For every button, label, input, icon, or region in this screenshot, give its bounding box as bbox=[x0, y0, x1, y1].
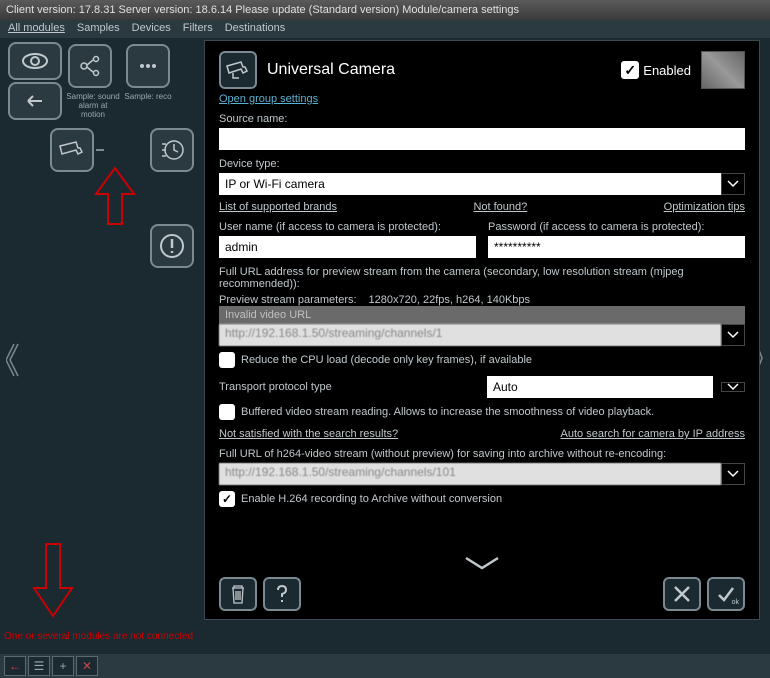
question-icon bbox=[271, 583, 293, 605]
supported-brands-link[interactable]: List of supported brands bbox=[219, 201, 337, 213]
eye-button[interactable] bbox=[8, 42, 62, 80]
not-satisfied-link[interactable]: Not satisfied with the search results? bbox=[219, 428, 398, 440]
preview-url-input[interactable]: http://192.168.1.50/streaming/channels/1 bbox=[219, 324, 721, 346]
dialog-title: Universal Camera bbox=[267, 61, 611, 79]
fullurl-label: Full URL address for preview stream from… bbox=[219, 266, 745, 290]
network-icon bbox=[76, 52, 104, 80]
checkbox-icon bbox=[219, 352, 235, 368]
menu-destinations[interactable]: Destinations bbox=[225, 22, 286, 36]
not-found-link[interactable]: Not found? bbox=[473, 201, 527, 213]
bottom-close-button[interactable]: ✕ bbox=[76, 656, 98, 676]
username-input[interactable] bbox=[219, 236, 476, 258]
red-arrow-up bbox=[92, 166, 138, 236]
check-icon: ✓ bbox=[621, 61, 639, 79]
menu-devices[interactable]: Devices bbox=[132, 22, 171, 36]
username-label: User name (if access to camera is protec… bbox=[219, 221, 476, 233]
expand-down-button[interactable] bbox=[462, 556, 502, 573]
open-group-settings-link[interactable]: Open group settings bbox=[219, 93, 318, 105]
optimization-tips-link[interactable]: Optimization tips bbox=[664, 201, 745, 213]
ok-label: ok bbox=[732, 599, 739, 606]
help-button[interactable] bbox=[263, 577, 301, 611]
title-text: Client version: 17.8.31 Server version: … bbox=[6, 4, 519, 16]
device-type-select[interactable] bbox=[219, 173, 721, 195]
checkbox-icon bbox=[219, 404, 235, 420]
invalid-url-error: Invalid video URL bbox=[219, 306, 745, 324]
side-timer-module[interactable] bbox=[148, 126, 196, 174]
side-alert-module[interactable] bbox=[148, 222, 196, 270]
chevron-left-icon bbox=[6, 342, 22, 378]
enabled-label: Enabled bbox=[643, 63, 691, 78]
menu-all-modules[interactable]: All modules bbox=[8, 22, 65, 36]
preview-params-value: 1280x720, 22fps, h264, 140Kbps bbox=[369, 294, 530, 306]
auto-search-link[interactable]: Auto search for camera by IP address bbox=[561, 428, 745, 440]
device-type-label: Device type: bbox=[219, 158, 745, 170]
source-name-label: Source name: bbox=[219, 113, 745, 125]
chevron-down-wide-icon bbox=[462, 556, 502, 570]
bottom-add-button[interactable]: + bbox=[52, 656, 74, 676]
bottom-bar: ← ☰ + ✕ bbox=[0, 654, 770, 678]
bottom-list-button[interactable]: ☰ bbox=[28, 656, 50, 676]
module-error-text: One or several modules are not connected bbox=[4, 631, 193, 642]
check-icon: ✓ bbox=[219, 491, 235, 507]
toolbar-label-2: Sample: reco bbox=[124, 92, 172, 101]
delete-button[interactable] bbox=[219, 577, 257, 611]
camera-settings-dialog: Universal Camera ✓ Enabled Open group se… bbox=[204, 40, 760, 620]
buffered-label: Buffered video stream reading. Allows to… bbox=[241, 406, 654, 418]
trash-icon bbox=[227, 583, 249, 605]
buffered-checkbox[interactable]: Buffered video stream reading. Allows to… bbox=[219, 404, 745, 420]
exclamation-icon bbox=[158, 232, 186, 260]
chevron-down-icon bbox=[727, 331, 739, 339]
menu-samples[interactable]: Samples bbox=[77, 22, 120, 36]
reduce-cpu-label: Reduce the CPU load (decode only key fra… bbox=[241, 354, 532, 366]
password-input[interactable] bbox=[488, 236, 745, 258]
enable-h264-label: Enable H.264 recording to Archive withou… bbox=[241, 493, 502, 505]
chevron-down-icon bbox=[727, 470, 739, 478]
bottom-back-button[interactable]: ← bbox=[4, 656, 26, 676]
transport-label: Transport protocol type bbox=[219, 381, 479, 393]
cancel-button[interactable] bbox=[663, 577, 701, 611]
h264-url-input[interactable]: http://192.168.1.50/streaming/channels/1… bbox=[219, 463, 721, 485]
eye-icon bbox=[20, 49, 50, 73]
enable-h264-checkbox[interactable]: ✓ Enable H.264 recording to Archive with… bbox=[219, 491, 745, 507]
h264-url-dropdown[interactable] bbox=[721, 463, 745, 485]
camera-icon bbox=[58, 140, 86, 160]
camera-icon bbox=[225, 60, 251, 80]
dialog-camera-icon bbox=[219, 51, 257, 89]
menu-filters[interactable]: Filters bbox=[183, 22, 213, 36]
menu-bar: All modules Samples Devices Filters Dest… bbox=[0, 20, 770, 38]
h264-url-label: Full URL of h264-video stream (without p… bbox=[219, 448, 745, 460]
chevron-down-icon bbox=[727, 383, 739, 391]
preview-thumbnail[interactable] bbox=[701, 51, 745, 89]
chevron-down-icon bbox=[727, 180, 739, 188]
red-arrow-down bbox=[30, 540, 76, 620]
ok-button[interactable]: ok bbox=[707, 577, 745, 611]
close-icon bbox=[671, 583, 693, 605]
source-name-input[interactable] bbox=[219, 128, 745, 150]
module-dots-icon[interactable] bbox=[126, 44, 170, 88]
clock-icon bbox=[158, 136, 186, 164]
transport-dropdown[interactable] bbox=[721, 382, 745, 392]
reduce-cpu-checkbox[interactable]: Reduce the CPU load (decode only key fra… bbox=[219, 352, 745, 368]
enabled-checkbox[interactable]: ✓ Enabled bbox=[621, 61, 691, 79]
title-bar: Client version: 17.8.31 Server version: … bbox=[0, 0, 770, 20]
device-type-dropdown[interactable] bbox=[721, 173, 745, 195]
module-network-icon[interactable] bbox=[68, 44, 112, 88]
preview-params-label: Preview stream parameters: bbox=[219, 294, 357, 306]
preview-url-dropdown[interactable] bbox=[721, 324, 745, 346]
left-chevron[interactable] bbox=[4, 340, 24, 380]
password-label: Password (if access to camera is protect… bbox=[488, 221, 745, 233]
dots-icon bbox=[134, 52, 162, 80]
transport-select[interactable] bbox=[487, 376, 713, 398]
